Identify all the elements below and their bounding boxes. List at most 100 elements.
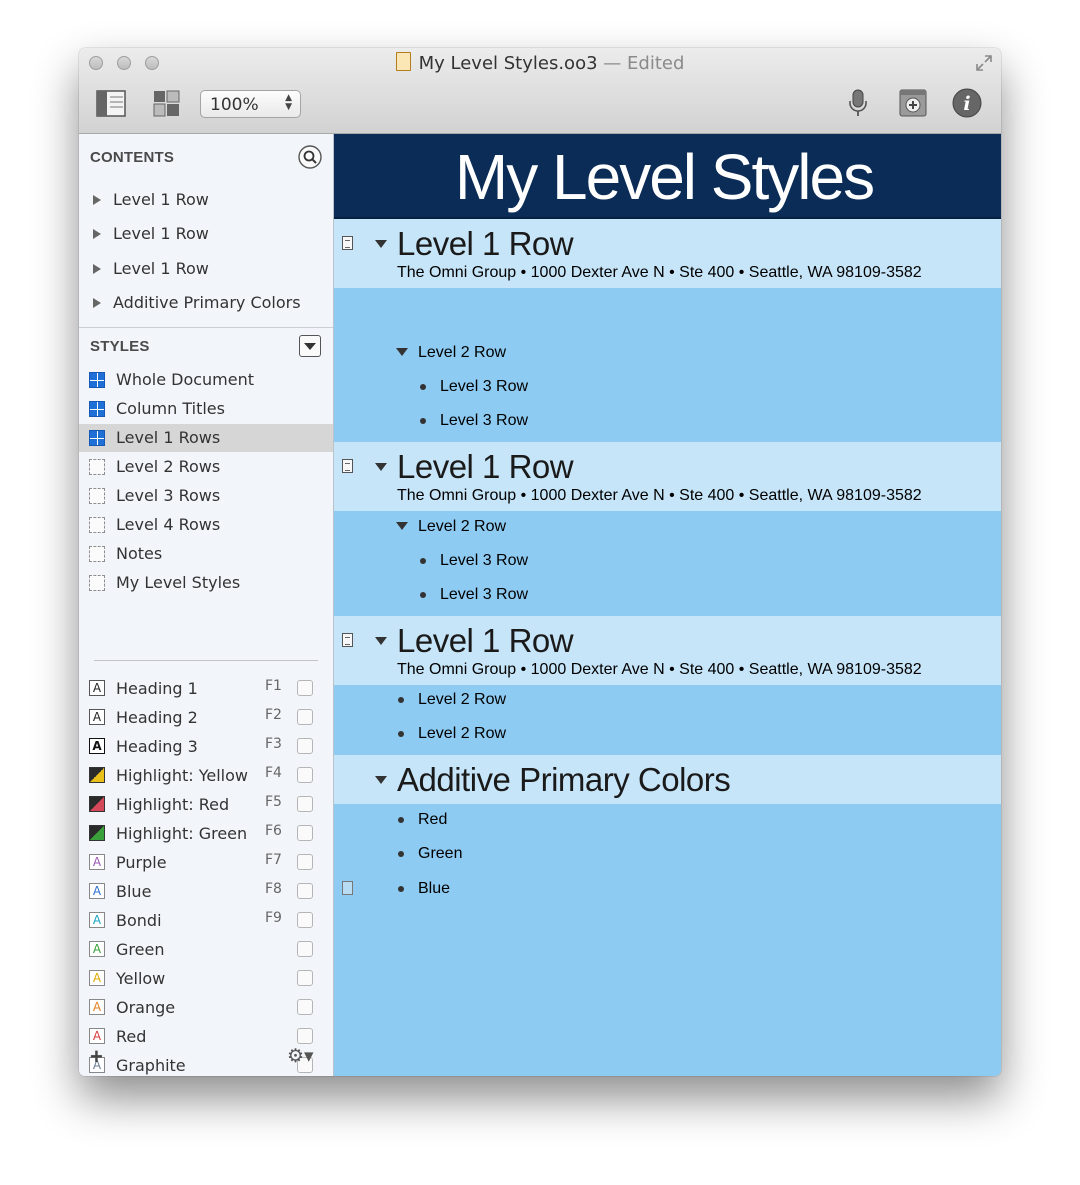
chevron-down-icon [304, 343, 316, 350]
row-note[interactable]: The Omni Group • 1000 Dexter Ave N • Ste… [397, 264, 922, 282]
note-icon[interactable] [342, 236, 353, 250]
disclosure-triangle-icon[interactable] [93, 229, 101, 239]
named-style-item[interactable]: Highlight: Yellow F4 [79, 761, 333, 790]
named-style-label: Highlight: Yellow [116, 766, 248, 785]
styles-divider [94, 660, 318, 661]
zoom-value: 100% [210, 95, 259, 115]
search-button[interactable] [298, 145, 322, 169]
style-checkbox[interactable] [297, 767, 313, 783]
named-style-item[interactable]: A Bondi F9 [79, 906, 333, 935]
named-style-item[interactable]: A Blue F8 [79, 877, 333, 906]
blue-grid-icon [89, 401, 105, 417]
style-checkbox[interactable] [297, 796, 313, 812]
level1-row[interactable]: Level 1 Row The Omni Group • 1000 Dexter… [334, 616, 1001, 685]
named-style-label: Heading 2 [116, 708, 198, 727]
shortcut-key: F6 [265, 823, 282, 839]
style-checkbox[interactable] [297, 941, 313, 957]
style-drawer-button[interactable] [152, 88, 182, 118]
style-checkbox[interactable] [297, 970, 313, 986]
named-style-item[interactable]: A Orange [79, 993, 333, 1022]
named-style-label: Yellow [116, 969, 166, 988]
disclosure-triangle-icon[interactable] [375, 637, 387, 645]
add-style-button[interactable]: + [90, 1044, 103, 1070]
fullscreen-icon[interactable] [975, 54, 993, 72]
attachment-button[interactable] [898, 88, 928, 118]
named-style-item[interactable]: A Green [79, 935, 333, 964]
disclosure-triangle-icon[interactable] [375, 240, 387, 248]
named-style-item[interactable]: A Yellow [79, 964, 333, 993]
level1-row[interactable]: Level 1 Row The Omni Group • 1000 Dexter… [334, 442, 1001, 511]
note-icon[interactable] [342, 459, 353, 473]
layout-icon [153, 90, 180, 117]
document-title[interactable]: My Level Styles [434, 140, 894, 214]
style-item[interactable]: Level 3 Rows [79, 482, 333, 510]
stepper-arrows-icon: ▲ ▼ [285, 93, 292, 112]
row-text: Level 2 Row [418, 725, 507, 742]
note-icon[interactable] [342, 633, 353, 647]
microphone-button[interactable] [843, 88, 873, 118]
style-item-label: Level 1 Rows [116, 428, 221, 447]
disclosure-triangle-icon[interactable] [93, 195, 101, 205]
level1-heading[interactable]: Level 1 Row [397, 225, 574, 263]
style-item[interactable]: Whole Document [79, 366, 333, 394]
title-banner: My Level Styles [334, 134, 1001, 219]
style-item[interactable]: Level 1 Rows [79, 424, 333, 452]
named-style-item[interactable]: A Purple F7 [79, 848, 333, 877]
row-text: Blue [418, 880, 451, 897]
sidebar-toggle-button[interactable] [96, 88, 126, 118]
row-note[interactable]: The Omni Group • 1000 Dexter Ave N • Ste… [397, 487, 922, 505]
style-checkbox[interactable] [297, 999, 313, 1015]
level1-heading[interactable]: Level 1 Row [397, 622, 574, 660]
contents-item[interactable]: Additive Primary Colors [93, 293, 301, 312]
style-item-label: Notes [116, 544, 163, 563]
style-checkbox[interactable] [297, 825, 313, 841]
bullet-icon [420, 558, 426, 564]
contents-item[interactable]: Level 1 Row [93, 190, 209, 209]
style-item-label: Level 4 Rows [116, 515, 221, 534]
style-checkbox[interactable] [297, 680, 313, 696]
style-item[interactable]: Notes [79, 540, 333, 568]
titlebar: My Level Styles.oo3 — Edited 100% ▲ ▼ i [79, 48, 1001, 134]
contents-item[interactable]: Level 1 Row [93, 259, 209, 278]
zoom-select[interactable]: 100% ▲ ▼ [200, 90, 301, 118]
bullet-icon [398, 731, 404, 737]
named-style-item[interactable]: A Heading 3 F3 [79, 732, 333, 761]
text-style-icon: A [89, 941, 105, 957]
bullet-icon [398, 817, 404, 823]
named-style-item[interactable]: A Heading 2 F2 [79, 703, 333, 732]
style-item[interactable]: Column Titles [79, 395, 333, 423]
disclosure-triangle-icon[interactable] [396, 522, 408, 530]
shortcut-key: F9 [265, 910, 282, 926]
disclosure-triangle-icon[interactable] [93, 298, 101, 308]
style-checkbox[interactable] [297, 912, 313, 928]
style-item[interactable]: Level 2 Rows [79, 453, 333, 481]
inspector-button[interactable]: i [952, 88, 982, 118]
level1-heading[interactable]: Additive Primary Colors [397, 761, 731, 799]
style-checkbox[interactable] [297, 738, 313, 754]
svg-text:i: i [963, 93, 970, 115]
level1-heading[interactable]: Level 1 Row [397, 448, 574, 486]
note-icon[interactable] [342, 881, 353, 895]
shortcut-key: F2 [265, 707, 282, 723]
named-style-item[interactable]: Highlight: Red F5 [79, 790, 333, 819]
named-style-item[interactable]: Highlight: Green F6 [79, 819, 333, 848]
disclosure-triangle-icon[interactable] [375, 463, 387, 471]
search-icon [298, 145, 322, 169]
level1-row[interactable]: Level 1 Row The Omni Group • 1000 Dexter… [334, 219, 1001, 288]
disclosure-triangle-icon[interactable] [93, 264, 101, 274]
disclosure-triangle-icon[interactable] [375, 776, 387, 784]
text-style-icon: A [89, 680, 105, 696]
style-checkbox[interactable] [297, 883, 313, 899]
named-style-item[interactable]: A Heading 1 F1 [79, 674, 333, 703]
style-item[interactable]: Level 4 Rows [79, 511, 333, 539]
styles-menu-button[interactable] [299, 335, 321, 357]
disclosure-triangle-icon[interactable] [396, 348, 408, 356]
row-note[interactable]: The Omni Group • 1000 Dexter Ave N • Ste… [397, 661, 922, 679]
style-checkbox[interactable] [297, 854, 313, 870]
style-item[interactable]: My Level Styles [79, 569, 333, 597]
gear-icon[interactable]: ⚙▾ [287, 1045, 314, 1068]
style-checkbox[interactable] [297, 709, 313, 725]
window-title: My Level Styles.oo3 — Edited [79, 52, 1001, 74]
level1-row[interactable]: Additive Primary Colors [334, 755, 1001, 804]
contents-item[interactable]: Level 1 Row [93, 224, 209, 243]
